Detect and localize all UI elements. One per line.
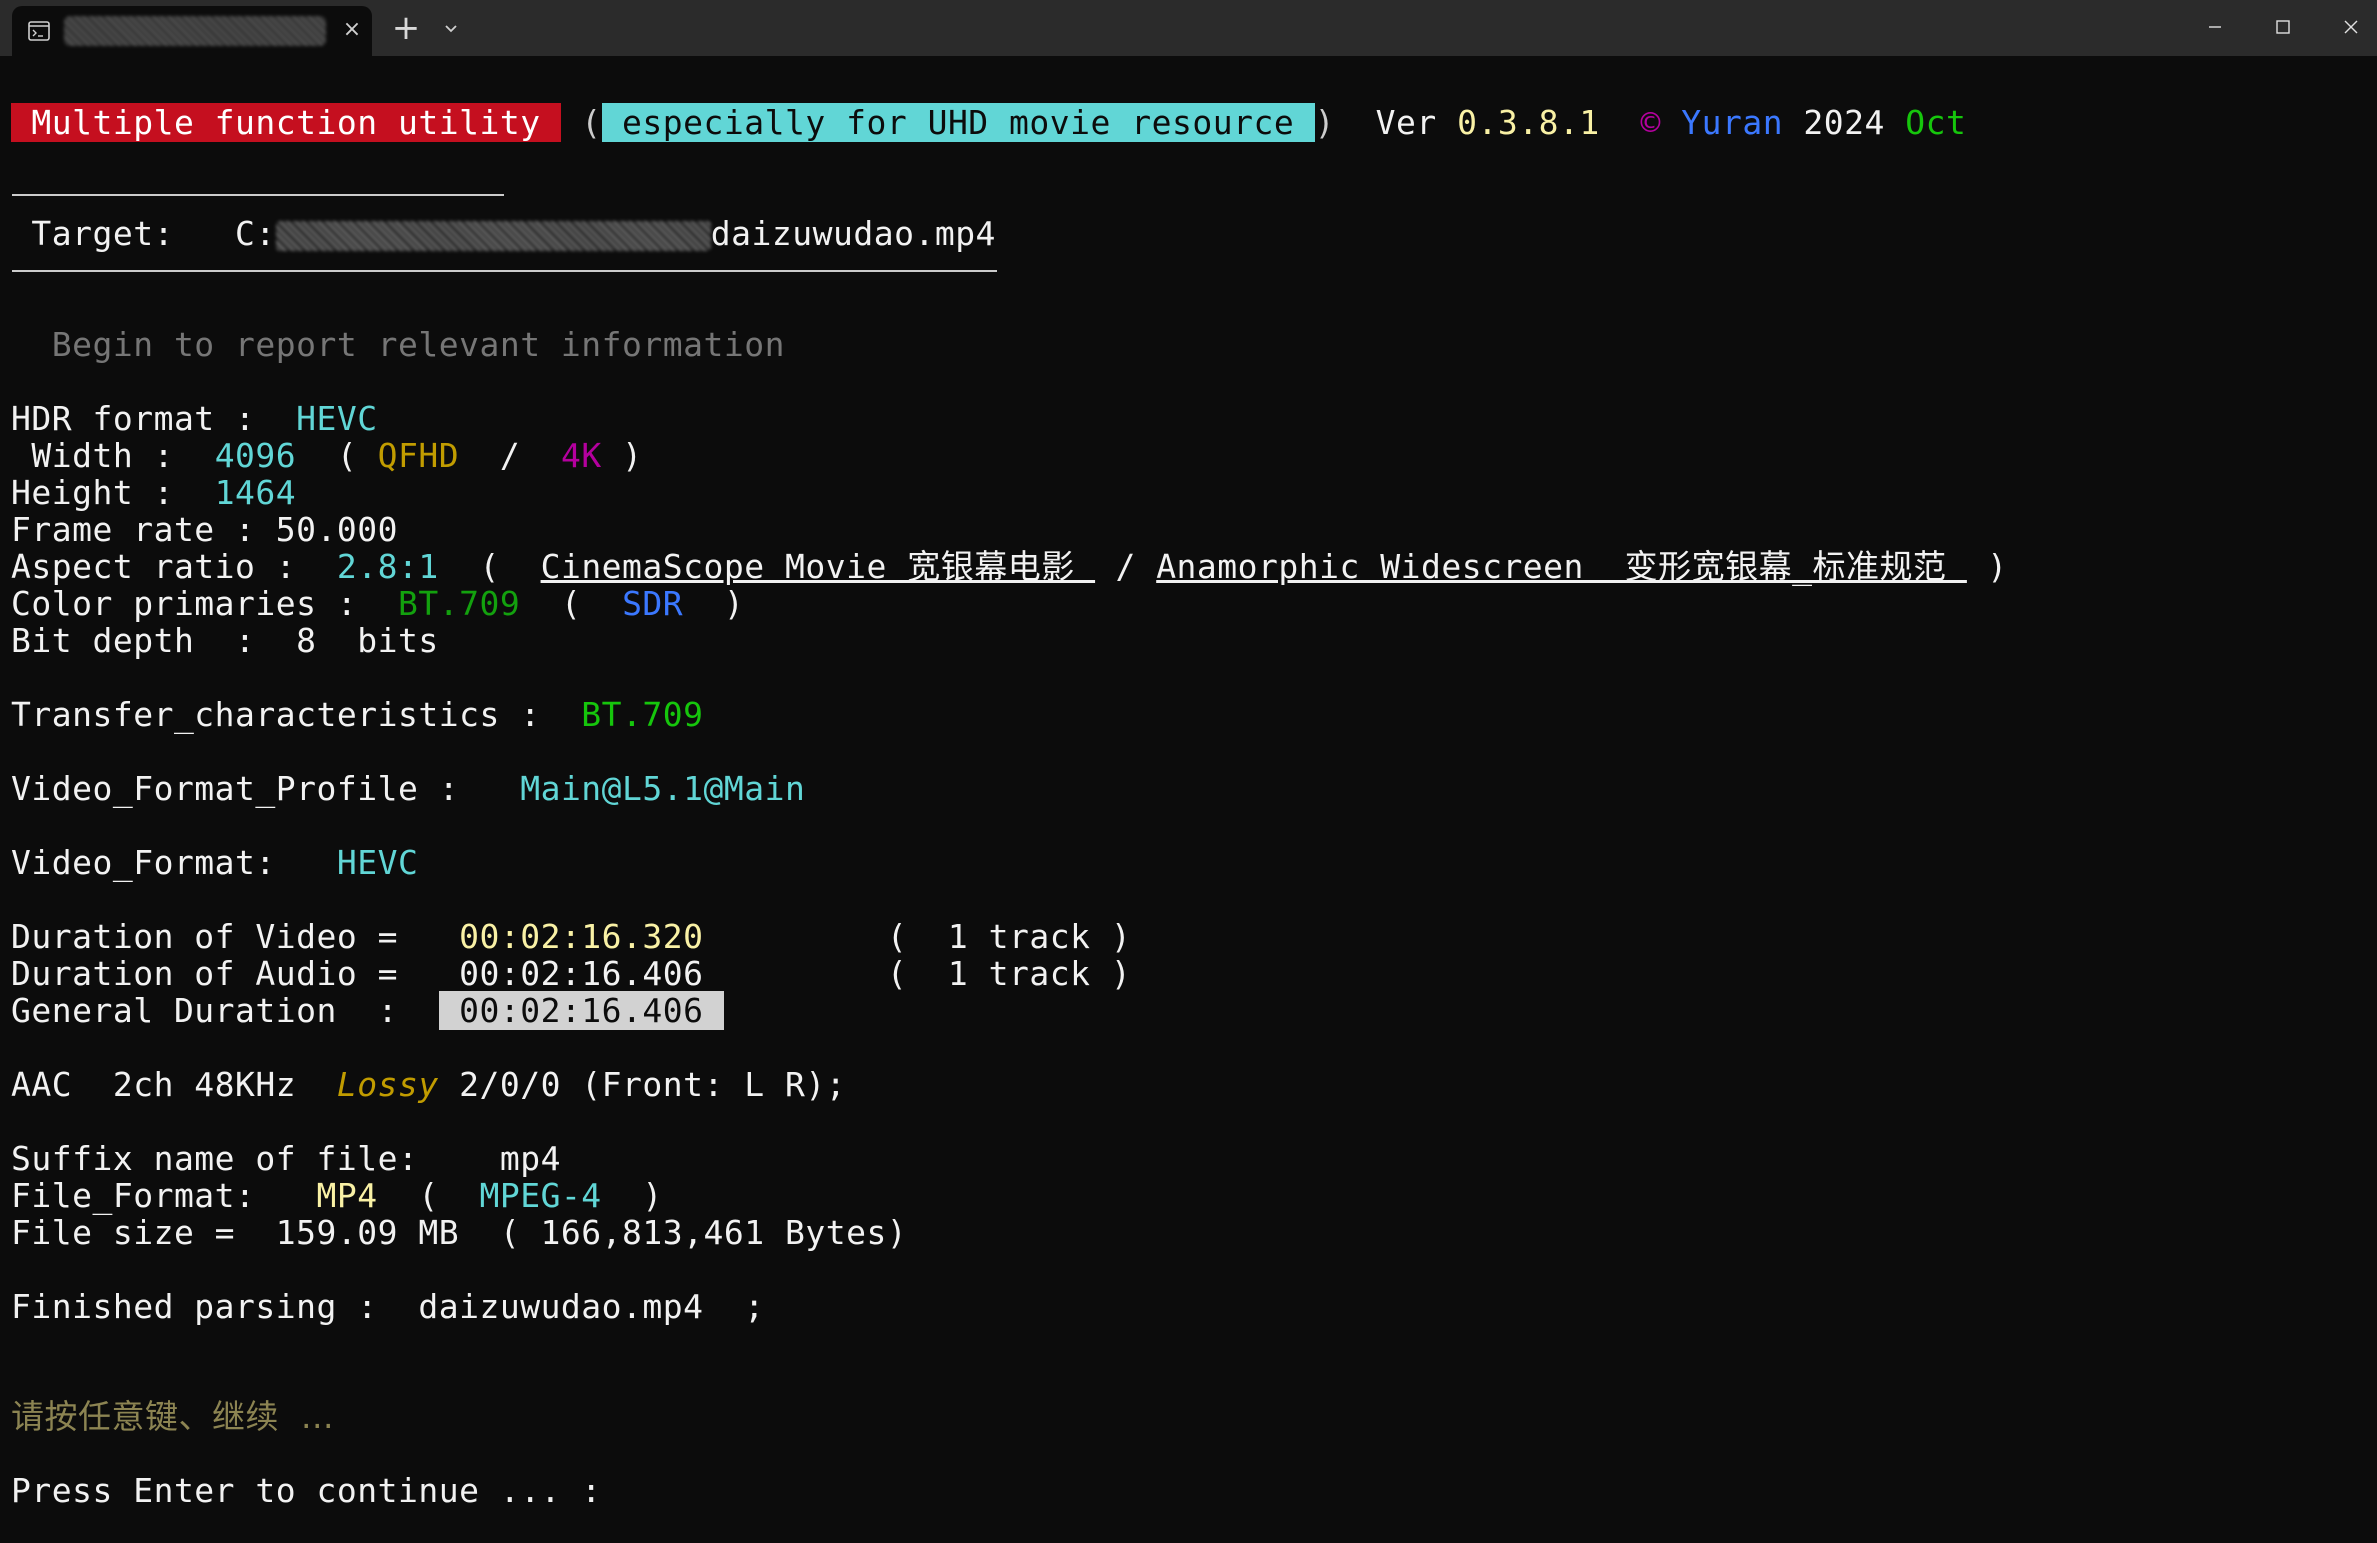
tab-title-redacted [64, 16, 326, 46]
terminal-tab[interactable]: × [12, 6, 372, 56]
console-output[interactable]: Multiple function utility ( especially f… [0, 56, 2377, 1543]
copyright-symbol: © [1599, 103, 1682, 142]
terminal-icon [28, 21, 50, 41]
press-enter-prompt[interactable]: Press Enter to continue ... : [11, 1472, 602, 1509]
subtitle-badge: especially for UHD movie resource [601, 103, 1315, 142]
anamorphic-link[interactable]: Anamorphic Widescreen 变形宽银幕_标准规范 [1156, 547, 1967, 586]
cinemascope-link[interactable]: CinemaScope Movie 宽银幕电影 [541, 547, 1096, 586]
audio-info-line: AAC 2ch 48KHz Lossy 2/0/0 (Front: L R); [11, 1065, 847, 1104]
version-number: 0.3.8.1 [1457, 103, 1600, 142]
profile-line: Video_Format_Profile : Main@L5.1@Main [11, 769, 806, 808]
file-format-line: File_Format: MP4 ( MPEG-4 ) [11, 1176, 663, 1215]
duration-audio-line: Duration of Audio = 00:02:16.406 ( 1 tra… [11, 954, 1132, 993]
aspect-ratio-line: Aspect ratio : 2.8:1 ( CinemaScope Movie… [11, 547, 2008, 586]
begin-report: Begin to report relevant information [11, 325, 785, 364]
target-line: Target: C: daizuwudao.mp4 [11, 214, 996, 253]
close-window-icon[interactable] [2316, 0, 2377, 54]
divider [12, 270, 997, 272]
suffix-line: Suffix name of file: mp4 [11, 1139, 561, 1178]
new-tab-button[interactable]: + [386, 8, 426, 48]
color-primaries-line: Color primaries : BT.709 ( SDR ) [11, 584, 745, 623]
header-line: Multiple function utility ( especially f… [11, 103, 1967, 142]
general-duration-value: 00:02:16.406 [438, 991, 724, 1030]
general-duration-line: General Duration : 00:02:16.406 [11, 991, 724, 1030]
width-line: Width : 4096 ( QFHD / 4K ) [11, 436, 643, 475]
tab-close-icon[interactable]: × [338, 14, 366, 46]
finished-line: Finished parsing : daizuwudao.mp4 ; [11, 1287, 765, 1326]
minimize-icon[interactable] [2180, 0, 2250, 54]
utility-badge: Multiple function utility [11, 103, 561, 142]
redacted-path [275, 220, 711, 251]
file-size-line: File size = 159.09 MB ( 166,813,461 Byte… [11, 1213, 908, 1252]
bit-depth-line: Bit depth : 8 bits [11, 621, 439, 660]
transfer-line: Transfer_characteristics : BT.709 [11, 695, 704, 734]
frame-rate-line: Frame rate : 50.000 [11, 510, 398, 549]
video-format-line: Video_Format: HEVC [11, 843, 419, 882]
press-any-key-cn: 请按任意键、继续 ... [11, 1397, 334, 1436]
maximize-icon[interactable] [2248, 0, 2318, 54]
author: Yuran [1681, 103, 1784, 142]
duration-video-line: Duration of Video = 00:02:16.320 ( 1 tra… [11, 917, 1132, 956]
hdr-format-line: HDR format : HEVC [11, 399, 378, 438]
height-line: Height : 1464 [11, 473, 297, 512]
divider [12, 194, 504, 196]
target-filename: daizuwudao.mp4 [710, 214, 996, 253]
title-bar: × + [0, 0, 2377, 56]
chevron-down-icon[interactable] [436, 14, 466, 44]
